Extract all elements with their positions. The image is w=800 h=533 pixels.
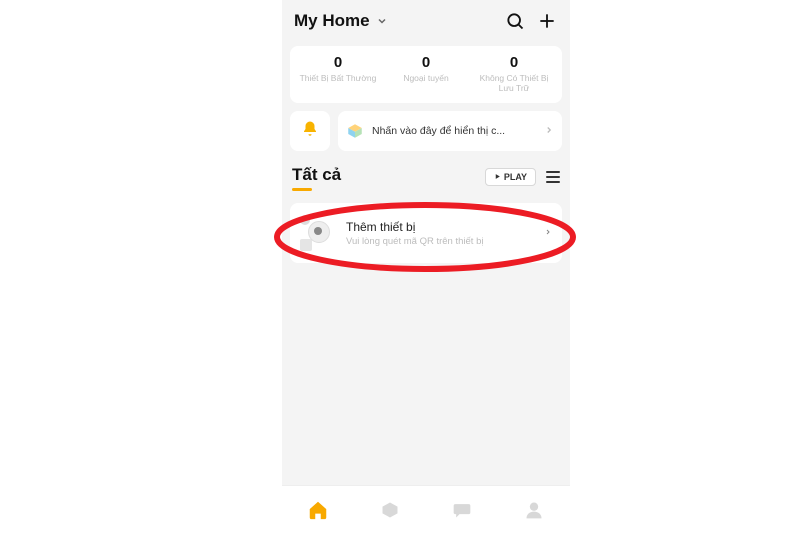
header: My Home: [282, 0, 570, 40]
stat-label: Ngoại tuyến: [382, 73, 470, 83]
stat-no-storage[interactable]: 0 Không Có Thiết Bị Lưu Trữ: [470, 54, 558, 93]
bottom-nav: [282, 485, 570, 533]
nav-profile[interactable]: [520, 496, 548, 524]
notice-text: Nhấn vào đây để hiển thị c...: [372, 125, 544, 137]
bell-icon: [301, 120, 319, 143]
notice-row: Nhấn vào đây để hiển thị c...: [290, 111, 562, 151]
device-title: Thêm thiết bị: [346, 220, 544, 234]
add-icon[interactable]: [536, 10, 558, 32]
banner-notice[interactable]: Nhấn vào đây để hiển thị c...: [338, 111, 562, 151]
stat-offline[interactable]: 0 Ngoại tuyến: [382, 54, 470, 93]
search-icon[interactable]: [504, 10, 526, 32]
stat-value: 0: [294, 54, 382, 71]
nav-home[interactable]: [304, 496, 332, 524]
stat-label: Thiết Bị Bất Thường: [294, 73, 382, 83]
list-view-icon[interactable]: [546, 171, 560, 183]
stat-label: Không Có Thiết Bị Lưu Trữ: [470, 73, 558, 93]
app-screen: My Home 0 Thiết Bị Bất Thường 0 Ngoại tu…: [282, 0, 570, 533]
device-subtitle: Vui lòng quét mã QR trên thiết bị: [346, 236, 544, 247]
stat-value: 0: [382, 54, 470, 71]
stat-value: 0: [470, 54, 558, 71]
add-device-card[interactable]: Thêm thiết bị Vui lòng quét mã QR trên t…: [290, 203, 562, 263]
play-label: PLAY: [504, 172, 527, 182]
nav-scene[interactable]: [376, 496, 404, 524]
section-header: Tất cả PLAY: [292, 165, 560, 189]
stats-card: 0 Thiết Bị Bất Thường 0 Ngoại tuyến 0 Kh…: [290, 46, 562, 103]
tab-all[interactable]: Tất cả: [292, 165, 341, 189]
nav-message[interactable]: [448, 496, 476, 524]
chevron-right-icon: [544, 122, 554, 140]
home-title: My Home: [294, 11, 370, 31]
notifications-button[interactable]: [290, 111, 330, 151]
home-selector[interactable]: My Home: [294, 11, 388, 31]
cube-icon: [346, 122, 364, 140]
play-icon: [494, 172, 501, 182]
device-text: Thêm thiết bị Vui lòng quét mã QR trên t…: [346, 220, 544, 247]
chevron-down-icon: [376, 15, 388, 27]
play-button[interactable]: PLAY: [485, 168, 536, 186]
stat-abnormal[interactable]: 0 Thiết Bị Bất Thường: [294, 54, 382, 93]
camera-icon: [300, 215, 336, 251]
chevron-right-icon: [544, 228, 552, 239]
